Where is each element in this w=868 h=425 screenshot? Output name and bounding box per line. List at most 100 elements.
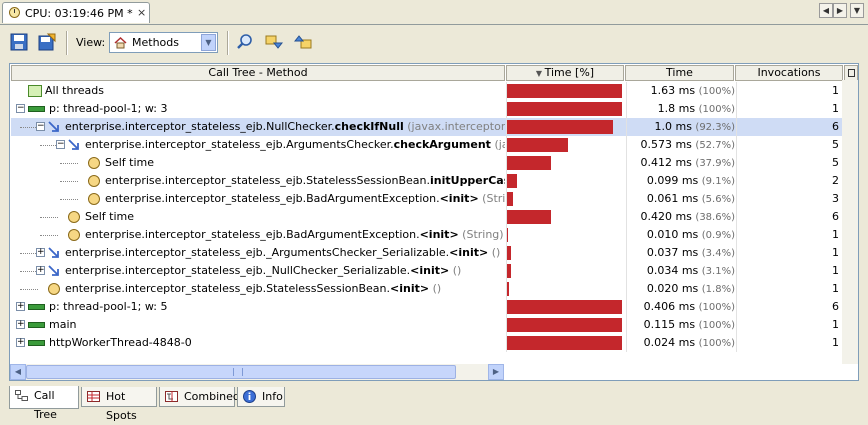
tree-row[interactable]: enterprise.interceptor_stateless_ejb.Bad… [11, 226, 843, 244]
time-value: 0.412 ms [640, 156, 696, 169]
method-class-text: enterprise.interceptor_stateless_ejb.Sta… [65, 282, 390, 295]
tree-row[interactable]: + httpWorkerThread-4848-0 0.024 ms (100%) 1 [11, 334, 843, 352]
tree-row[interactable]: Self time 0.412 ms (37.9%) 5 [11, 154, 843, 172]
invocations-cell: 1 [832, 264, 839, 277]
method-args-text: () [429, 282, 442, 295]
horizontal-scroll-thumb[interactable] [26, 365, 456, 379]
method-name-text: <init> [449, 246, 489, 259]
time-cell: 0.573 ms (52.7%) [627, 136, 735, 155]
method-name-text: checkIfNull [334, 120, 404, 133]
column-divider [736, 172, 737, 190]
find-icon[interactable] [236, 33, 254, 51]
method-args-text: () [449, 264, 462, 277]
horizontal-scrollbar[interactable]: ◀ ▶ [10, 364, 504, 380]
tab-list-dropdown-icon[interactable]: ▼ [850, 3, 864, 18]
invocations-cell: 1 [832, 318, 839, 331]
method-cell: + enterprise.interceptor_stateless_ejb._N… [11, 262, 505, 280]
vertical-scrollbar[interactable] [842, 80, 858, 364]
time-value: 0.573 ms [640, 138, 696, 151]
time-percent-bar [507, 84, 622, 98]
time-cell: 0.420 ms (38.6%) [627, 208, 735, 227]
method-class-text: main [49, 318, 77, 331]
time-percent-value: (100%) [698, 320, 735, 331]
find-previous-icon[interactable] [294, 33, 312, 51]
cpu-snapshot-tab[interactable]: CPU: 03:19:46 PM * × [2, 2, 150, 23]
column-header-invocations[interactable]: Invocations [735, 65, 843, 81]
tree-row[interactable]: enterprise.interceptor_stateless_ejb.Sta… [11, 280, 843, 298]
tree-row[interactable]: − enterprise.interceptor_stateless_ejb.Nu… [11, 118, 843, 136]
column-header-time-percent[interactable]: ▼ Time [%] [506, 65, 624, 81]
chevron-down-icon[interactable]: ▼ [201, 34, 216, 51]
collapse-icon[interactable]: − [56, 140, 65, 149]
invocations-cell: 5 [832, 156, 839, 169]
invocations-cell: 1 [832, 102, 839, 115]
tree-connector [40, 217, 58, 218]
expand-icon[interactable]: + [36, 266, 45, 275]
method-name-text: <init> [439, 192, 479, 205]
tree-icon [15, 390, 28, 401]
scroll-right-icon[interactable]: ▶ [833, 3, 847, 18]
tree-row[interactable]: + p: thread-pool-1; w: 5 0.406 ms (100%) 6 [11, 298, 843, 316]
time-value: 0.020 ms [646, 282, 702, 295]
expand-icon[interactable]: + [16, 302, 25, 311]
clock-icon [88, 157, 100, 169]
time-percent-label: Time [%] [544, 66, 595, 79]
scroll-left-icon[interactable]: ◀ [819, 3, 833, 18]
column-selector-icon[interactable] [844, 65, 858, 81]
time-value: 0.010 ms [646, 228, 702, 241]
tree-row[interactable]: All threads 1.63 ms (100%) 1 [11, 82, 843, 100]
method-icon [48, 247, 61, 259]
method-class-text: enterprise.interceptor_stateless_ejb.Nul… [65, 120, 335, 133]
tab-info[interactable]: Info [237, 387, 285, 407]
time-percent-bar [507, 102, 622, 116]
column-divider [736, 208, 737, 226]
time-percent-bar [507, 192, 513, 206]
tab-hot-spots[interactable]: Hot Spots [81, 387, 157, 422]
expand-icon[interactable]: + [16, 320, 25, 329]
column-header-method[interactable]: Call Tree - Method [11, 65, 505, 81]
method-cell: − enterprise.interceptor_stateless_ejb.Ar… [11, 136, 505, 154]
time-value: 0.061 ms [646, 192, 702, 205]
scroll-left-icon[interactable]: ◀ [10, 364, 26, 380]
view-select[interactable]: Methods ▼ [109, 32, 218, 53]
tab-label: Combined [184, 390, 240, 403]
time-percent-bar [507, 318, 622, 332]
expand-icon[interactable]: + [36, 248, 45, 257]
method-icon [48, 121, 61, 133]
tab-label: Hot Spots [106, 390, 137, 422]
expand-icon[interactable]: + [16, 338, 25, 347]
tab-combined[interactable]: Combined [159, 387, 240, 407]
time-percent-value: (3.4%) [701, 248, 735, 259]
tab-call-tree[interactable]: Call Tree [9, 386, 79, 421]
tree-row[interactable]: enterprise.interceptor_stateless_ejb.Bad… [11, 190, 843, 208]
column-header-time[interactable]: Time [625, 65, 734, 81]
tree-row[interactable]: enterprise.interceptor_stateless_ejb.Sta… [11, 172, 843, 190]
method-name-text: initUpperCase [430, 174, 505, 187]
tree-row[interactable]: Self time 0.420 ms (38.6%) 6 [11, 208, 843, 226]
method-cell: + main [11, 316, 505, 334]
scroll-right-icon[interactable]: ▶ [488, 364, 504, 380]
tree-row[interactable]: − p: thread-pool-1; w: 3 1.8 ms (100%) 1 [11, 100, 843, 118]
find-next-icon[interactable] [265, 33, 283, 51]
close-icon[interactable]: × [137, 6, 146, 19]
column-divider [736, 298, 737, 316]
method-args-text: (javax.int [494, 138, 505, 151]
collapse-icon[interactable]: − [36, 122, 45, 131]
combined-icon [165, 391, 178, 402]
method-cell: All threads [11, 82, 505, 100]
collapse-icon[interactable]: − [16, 104, 25, 113]
column-divider [736, 262, 737, 280]
tree-row[interactable]: − enterprise.interceptor_stateless_ejb.Ar… [11, 136, 843, 154]
save-icon[interactable] [10, 33, 28, 51]
tree-row[interactable]: + main 0.115 ms (100%) 1 [11, 316, 843, 334]
tree-row[interactable]: + enterprise.interceptor_stateless_ejb._A… [11, 244, 843, 262]
method-class-text: p: thread-pool-1; w: 3 [49, 102, 168, 115]
time-percent-value: (92.3%) [695, 122, 735, 133]
time-cell: 0.037 ms (3.4%) [627, 244, 735, 263]
method-class-text: enterprise.interceptor_stateless_ejb.Bad… [85, 228, 420, 241]
toolbar-separator [227, 31, 229, 55]
method-cell: enterprise.interceptor_stateless_ejb.Bad… [11, 226, 505, 244]
save-as-icon[interactable] [38, 33, 56, 51]
tree-row[interactable]: + enterprise.interceptor_stateless_ejb._N… [11, 262, 843, 280]
method-class-text: Self time [85, 210, 135, 223]
